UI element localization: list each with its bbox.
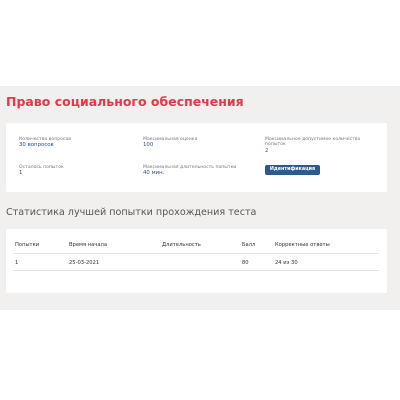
cell-score: 80: [242, 260, 249, 266]
column-header-score: Балл: [242, 242, 256, 248]
stats-table: Попытки Время начала Длительность Балл К…: [6, 229, 387, 293]
cell-correct-answers: 24 из 30: [275, 260, 298, 266]
identification-button[interactable]: Идентификация: [265, 165, 320, 175]
page-title: Право социального обеспечения: [6, 94, 244, 109]
questions-count-value: 30 вопросов: [19, 142, 54, 149]
cell-start-time: 25-03-2021: [69, 260, 100, 266]
column-header-duration: Длительность: [162, 242, 201, 248]
max-attempts-value: 2: [265, 147, 269, 154]
questions-count: Количество вопросов 30 вопросов: [19, 137, 71, 149]
max-attempts: Максимальное допустимое количество попыт…: [265, 137, 377, 154]
max-score: Максимальная оценка 100: [143, 137, 197, 149]
test-info-card: Количество вопросов 30 вопросов Максимал…: [6, 123, 387, 192]
remaining-attempts: Осталось попыток 1: [19, 165, 64, 177]
header-divider: [13, 253, 379, 254]
stats-section-title: Статистика лучшей попытки прохождения те…: [6, 207, 257, 218]
max-attempts-label: Максимальное допустимое количество попыт…: [265, 137, 361, 148]
remaining-attempts-value: 1: [19, 170, 23, 177]
remaining-attempts-label: Осталось попыток: [19, 165, 64, 170]
column-header-correct-answers: Корректные ответы: [275, 242, 330, 248]
max-duration: Максимальная длительность попытки 40 мин…: [143, 165, 236, 177]
max-score-value: 100: [143, 142, 154, 149]
column-header-attempt: Попытки: [15, 242, 40, 248]
max-duration-value: 40 мин.: [143, 170, 165, 177]
cell-attempt: 1: [15, 260, 19, 266]
column-header-start-time: Время начала: [69, 242, 108, 248]
row-divider: [13, 270, 379, 271]
